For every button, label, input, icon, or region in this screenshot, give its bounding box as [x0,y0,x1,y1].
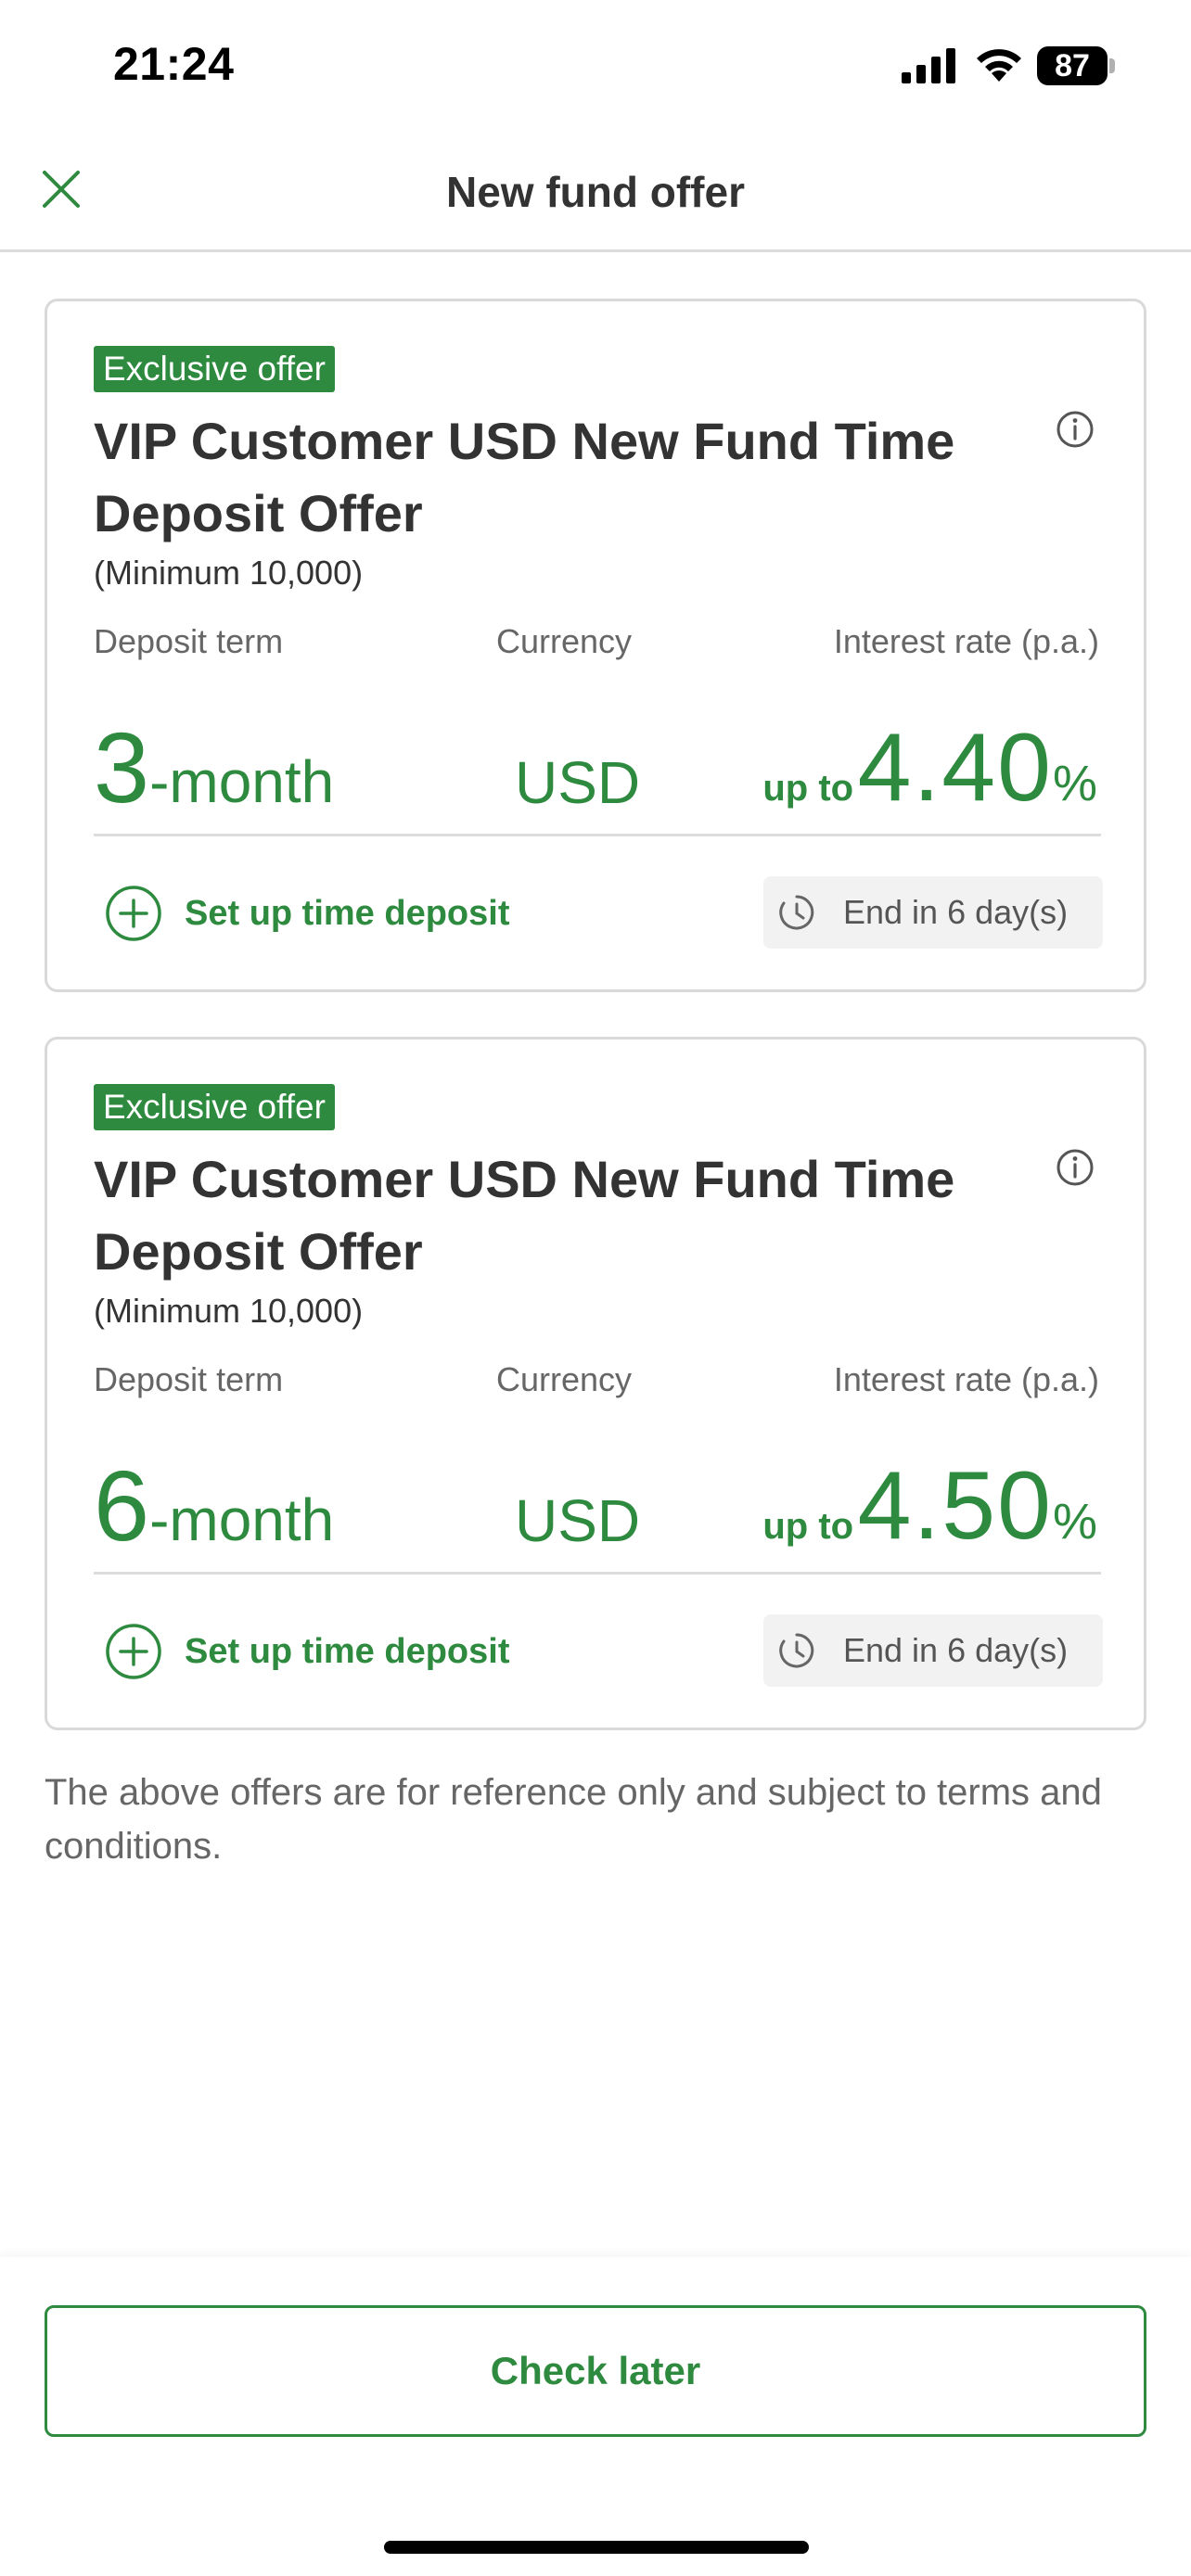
new-fund-offer-screen: 21:24 87 New fund offer Exclusive offer [0,0,1191,2576]
offer-end-text: End in 6 day(s) [843,1631,1069,1669]
clock-icon [779,1633,814,1668]
home-indicator [384,2541,809,2554]
term-number: 6 [94,1449,150,1562]
battery-icon: 87 [1037,46,1115,85]
term-number: 3 [94,711,150,823]
nav-bar: New fund offer [0,130,1191,252]
clock-icon [779,895,814,930]
interest-rate-label: Interest rate (p.a.) [833,622,1099,660]
exclusive-offer-badge: Exclusive offer [94,1084,335,1130]
offer-title: VIP Customer USD New Fund Time Deposit O… [94,1150,955,1281]
term-unit: -month [149,748,335,815]
rate-number: 4.50 [857,1452,1053,1560]
rate-prefix: up to [762,768,854,809]
battery-level: 87 [1037,46,1108,85]
status-bar: 21:24 87 [0,0,1191,130]
currency-label: Currency [496,1360,633,1398]
signal-icon [902,48,955,83]
deposit-term-value: 6-month [94,1455,334,1571]
offer-end-text: End in 6 day(s) [843,893,1069,931]
rate-percent: % [1052,1494,1097,1549]
offer-card: Exclusive offer VIP Customer USD New Fun… [45,299,1146,992]
interest-rate-value: up to 4.50% [762,1455,1097,1577]
deposit-term-value: 3-month [94,717,334,833]
add-circle-icon [106,886,161,941]
battery-cap [1109,58,1115,73]
offer-card: Exclusive offer VIP Customer USD New Fun… [45,1037,1146,1730]
currency-value: USD [515,1487,641,1554]
exclusive-offer-badge: Exclusive offer [94,346,335,392]
deposit-term-label: Deposit term [94,622,284,660]
set-up-time-deposit-button[interactable]: Set up time deposit [105,1622,509,1681]
card-divider [94,834,1101,836]
set-up-time-deposit-label: Set up time deposit [185,1631,510,1671]
info-icon[interactable] [1055,409,1095,450]
set-up-time-deposit-label: Set up time deposit [185,893,510,933]
rate-number: 4.40 [857,714,1053,822]
deposit-term-label: Deposit term [94,1360,284,1398]
rate-prefix: up to [762,1506,854,1547]
currency-label: Currency [496,622,633,660]
set-up-time-deposit-button[interactable]: Set up time deposit [105,884,509,943]
interest-rate-value: up to 4.40% [762,717,1097,839]
offer-minimum: (Minimum 10,000) [94,554,364,592]
status-time: 21:24 [113,38,235,90]
offer-countdown: End in 6 day(s) [763,1614,1103,1687]
disclaimer-text: The above offers are for reference only … [45,1772,1102,1867]
currency-value: USD [515,749,641,816]
interest-rate-label: Interest rate (p.a.) [833,1360,1099,1398]
card-divider [94,1572,1101,1575]
offer-minimum: (Minimum 10,000) [94,1292,364,1330]
rate-percent: % [1052,756,1097,811]
offer-title: VIP Customer USD New Fund Time Deposit O… [94,412,955,542]
page-title: New fund offer [446,168,745,216]
info-icon[interactable] [1055,1147,1095,1188]
bottom-action-bar: Check later [0,2257,1191,2576]
add-circle-icon [106,1624,161,1679]
offer-countdown: End in 6 day(s) [763,876,1103,949]
check-later-button[interactable]: Check later [45,2305,1146,2437]
wifi-icon [977,49,1021,82]
term-unit: -month [149,1486,335,1553]
